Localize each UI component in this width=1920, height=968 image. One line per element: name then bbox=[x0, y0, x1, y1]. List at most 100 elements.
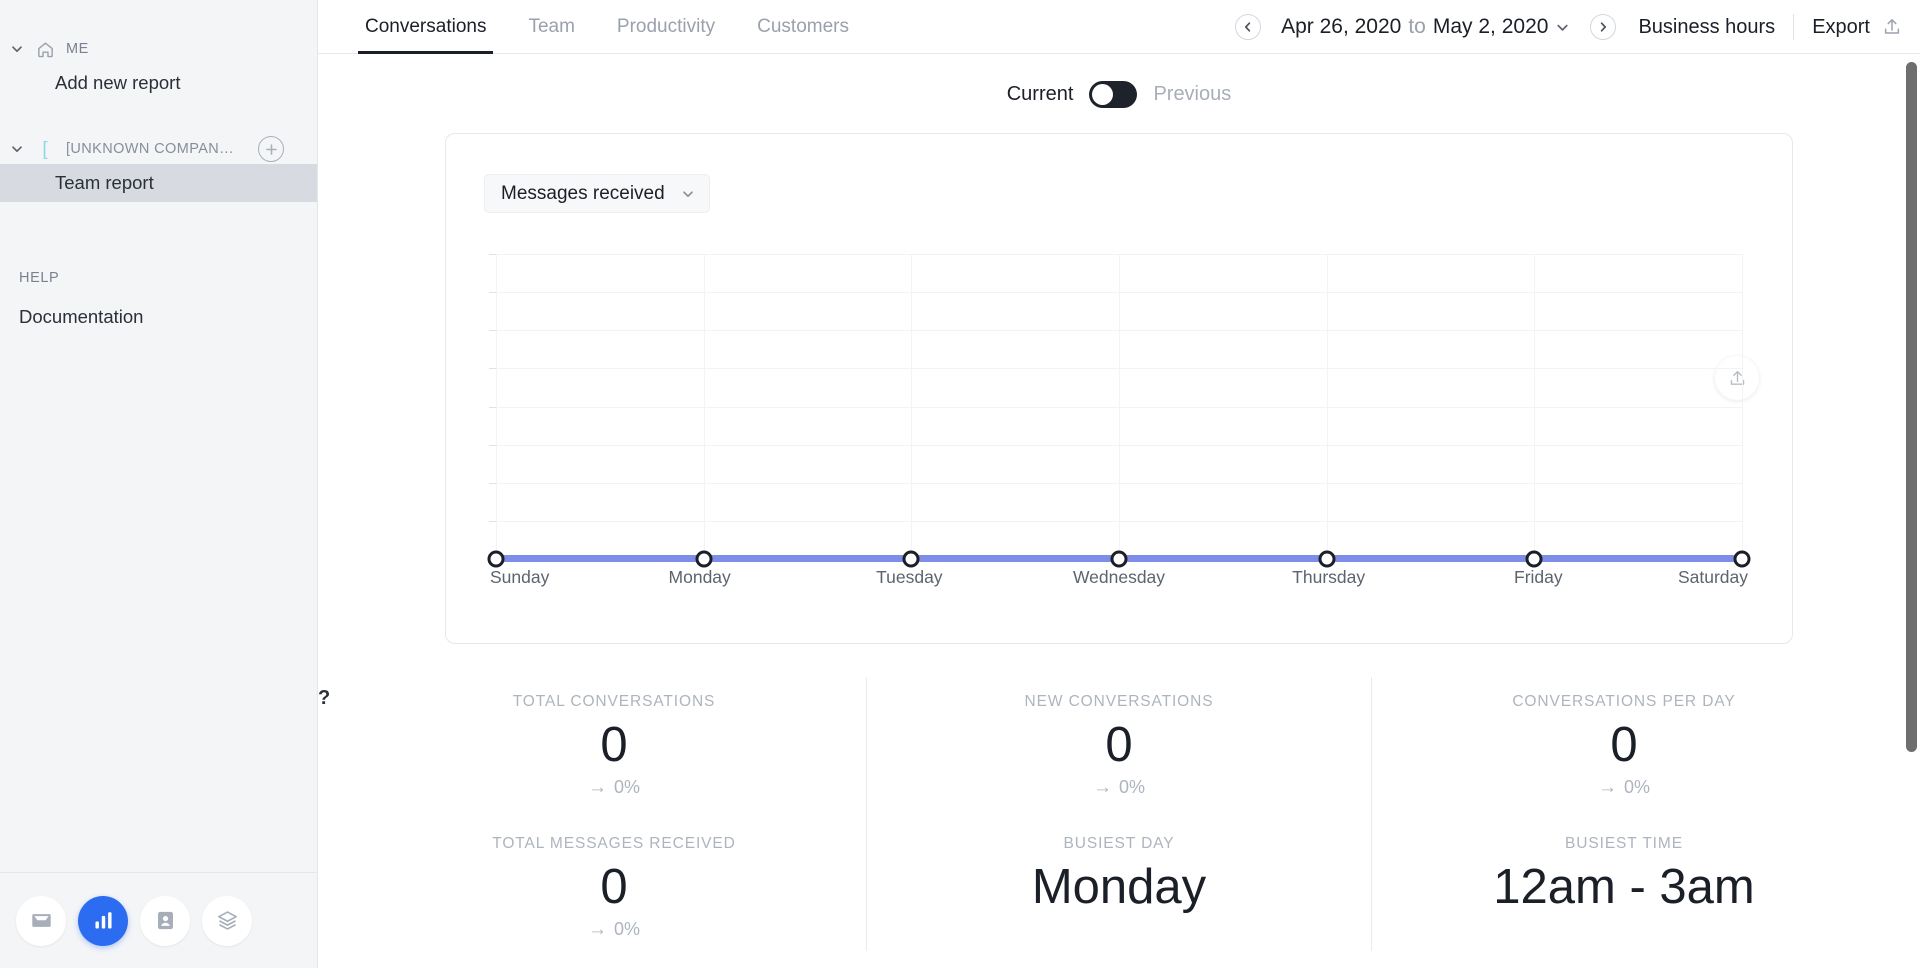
inbox-icon[interactable] bbox=[16, 895, 66, 946]
trend-flat-icon: → bbox=[587, 918, 607, 940]
chart-x-axis-labels: Sunday Monday Tuesday Wednesday Thursday Frid… bbox=[490, 567, 1748, 593]
stat-value: Monday bbox=[1031, 859, 1207, 914]
stat-column-3: CONVERSATIONS PER DAY 0 → 0% BUSIEST TIM… bbox=[1371, 677, 1876, 951]
stat-value: 12am - 3am bbox=[1493, 859, 1755, 914]
chevron-down-icon[interactable] bbox=[4, 136, 30, 162]
tab-productivity[interactable]: Productivity bbox=[596, 0, 736, 54]
toolbar-divider bbox=[1793, 14, 1795, 40]
tab-label: Team bbox=[528, 15, 575, 37]
gridline-vertical bbox=[1742, 254, 1743, 559]
x-axis-label: Thursday bbox=[1292, 567, 1366, 587]
business-hours-button[interactable]: Business hours bbox=[1638, 16, 1775, 39]
y-axis-tick bbox=[489, 254, 496, 255]
stat-delta: → 0% bbox=[867, 777, 1371, 799]
stat-new-conversations: NEW CONVERSATIONS 0 → 0% bbox=[867, 687, 1371, 809]
y-axis-tick bbox=[489, 444, 496, 446]
stat-label: TOTAL MESSAGES RECEIVED bbox=[492, 834, 736, 852]
chart-data-point[interactable] bbox=[1525, 550, 1543, 568]
report-content: Current Previous Messages received Sunda… bbox=[318, 54, 1920, 968]
analytics-icon[interactable] bbox=[78, 895, 128, 946]
tab-label: Productivity bbox=[616, 15, 716, 37]
help-icon[interactable]: ? bbox=[318, 687, 330, 710]
stat-busiest-day: BUSIEST DAY Monday bbox=[867, 829, 1371, 927]
metric-select[interactable]: Messages received bbox=[484, 174, 710, 213]
stat-delta: → 0% bbox=[1372, 777, 1876, 799]
chart-plot-area bbox=[487, 254, 1751, 568]
chart-data-point[interactable] bbox=[695, 550, 713, 568]
trend-flat-icon: → bbox=[1597, 776, 1617, 798]
chevron-down-icon bbox=[681, 187, 695, 201]
chart-gridlines bbox=[489, 254, 1743, 560]
y-axis-tick bbox=[489, 406, 496, 408]
trend-flat-icon: → bbox=[587, 776, 607, 798]
stat-busiest-time: BUSIEST TIME 12am - 3am bbox=[1372, 829, 1876, 927]
sidebar-section-label-company: [UNKNOWN COMPAN… bbox=[66, 141, 235, 157]
sidebar-item-team-report[interactable]: Team report bbox=[0, 164, 317, 202]
stats-grid: ? TOTAL CONVERSATIONS 0 → 0% TOTAL MESSA… bbox=[318, 677, 1876, 951]
chart-data-point[interactable] bbox=[1318, 550, 1336, 568]
gridline-vertical bbox=[1326, 254, 1328, 559]
period-compare-toggle: Current Previous bbox=[318, 81, 1920, 108]
sidebar-section-header-me[interactable]: ME bbox=[0, 34, 317, 64]
chart-data-point[interactable] bbox=[1110, 550, 1128, 568]
sidebar-help-heading: HELP bbox=[19, 270, 60, 286]
previous-period-button[interactable] bbox=[1235, 14, 1262, 40]
top-toolbar: Conversations Team Productivity Customer… bbox=[318, 0, 1920, 54]
stat-column-1: ? TOTAL CONVERSATIONS 0 → 0% TOTAL MESSA… bbox=[318, 677, 866, 951]
sidebar-section-company: [ [UNKNOWN COMPAN… Team report bbox=[0, 134, 317, 202]
export-button[interactable]: Export bbox=[1812, 16, 1902, 39]
chart-card: Messages received Sunday Monday Tuesday … bbox=[445, 133, 1793, 644]
tab-conversations[interactable]: Conversations bbox=[344, 0, 507, 54]
toolbar-right: Apr 26, 2020 to May 2, 2020 Business hou… bbox=[1235, 0, 1902, 54]
sidebar-section-me: ME Add new report bbox=[0, 34, 317, 102]
chart-data-point[interactable] bbox=[487, 550, 505, 568]
contacts-icon[interactable] bbox=[140, 895, 190, 946]
next-period-button[interactable] bbox=[1590, 14, 1617, 40]
vertical-scrollbar[interactable] bbox=[1906, 62, 1917, 752]
home-icon bbox=[30, 36, 60, 62]
stat-delta: → 0% bbox=[362, 777, 866, 799]
add-report-button[interactable] bbox=[258, 136, 284, 162]
stat-delta-value: 0% bbox=[1623, 777, 1650, 798]
gridline-vertical bbox=[496, 254, 497, 559]
stat-delta-value: 0% bbox=[613, 777, 640, 798]
stat-label: BUSIEST DAY bbox=[1063, 834, 1175, 852]
gridline-vertical bbox=[703, 254, 705, 559]
toggle-label-previous: Previous bbox=[1153, 83, 1232, 105]
bracket-icon: [ bbox=[42, 138, 48, 160]
app-root: ME Add new report [ [UNKNOWN COMPAN… Tea… bbox=[0, 0, 1920, 968]
y-axis-tick bbox=[489, 292, 496, 294]
chevron-down-icon[interactable] bbox=[4, 36, 30, 62]
chart-data-point[interactable] bbox=[902, 550, 920, 568]
stat-value: 0 bbox=[600, 718, 628, 772]
trend-flat-icon: → bbox=[1092, 776, 1112, 798]
gridline-vertical bbox=[1534, 254, 1536, 559]
gridline-vertical bbox=[1119, 254, 1120, 559]
stat-conversations-per-day: CONVERSATIONS PER DAY 0 → 0% bbox=[1372, 687, 1876, 809]
layers-icon[interactable] bbox=[202, 895, 252, 946]
x-axis-label: Saturday bbox=[1677, 567, 1748, 587]
tab-customers[interactable]: Customers bbox=[736, 0, 870, 54]
date-range-from: Apr 26, 2020 bbox=[1281, 15, 1402, 38]
chevron-down-icon bbox=[1555, 20, 1570, 35]
tab-team[interactable]: Team bbox=[507, 0, 595, 54]
metric-select-value: Messages received bbox=[501, 182, 665, 204]
report-tabs: Conversations Team Productivity Customer… bbox=[318, 0, 870, 54]
y-axis-tick bbox=[489, 368, 496, 370]
stat-value: 0 bbox=[600, 859, 628, 914]
stat-value: 0 bbox=[1105, 718, 1133, 772]
chart-data-point[interactable] bbox=[1733, 550, 1751, 568]
x-axis-label: Friday bbox=[1514, 567, 1563, 587]
sidebar-section-header-company[interactable]: [ [UNKNOWN COMPAN… bbox=[0, 134, 317, 164]
stat-delta: → 0% bbox=[362, 919, 866, 941]
sidebar-item-add-new-report[interactable]: Add new report bbox=[0, 64, 317, 102]
sidebar: ME Add new report [ [UNKNOWN COMPAN… Tea… bbox=[0, 0, 318, 968]
sidebar-item-label: Documentation bbox=[19, 306, 144, 327]
stat-total-messages-received: TOTAL MESSAGES RECEIVED 0 → 0% bbox=[362, 829, 866, 951]
stat-label: TOTAL CONVERSATIONS bbox=[512, 693, 716, 710]
x-axis-label: Sunday bbox=[490, 567, 550, 587]
current-previous-switch[interactable] bbox=[1089, 81, 1138, 108]
date-range-picker[interactable]: Apr 26, 2020 to May 2, 2020 bbox=[1281, 15, 1570, 39]
sidebar-item-label: Team report bbox=[55, 172, 154, 193]
sidebar-item-documentation[interactable]: Documentation bbox=[0, 298, 317, 336]
